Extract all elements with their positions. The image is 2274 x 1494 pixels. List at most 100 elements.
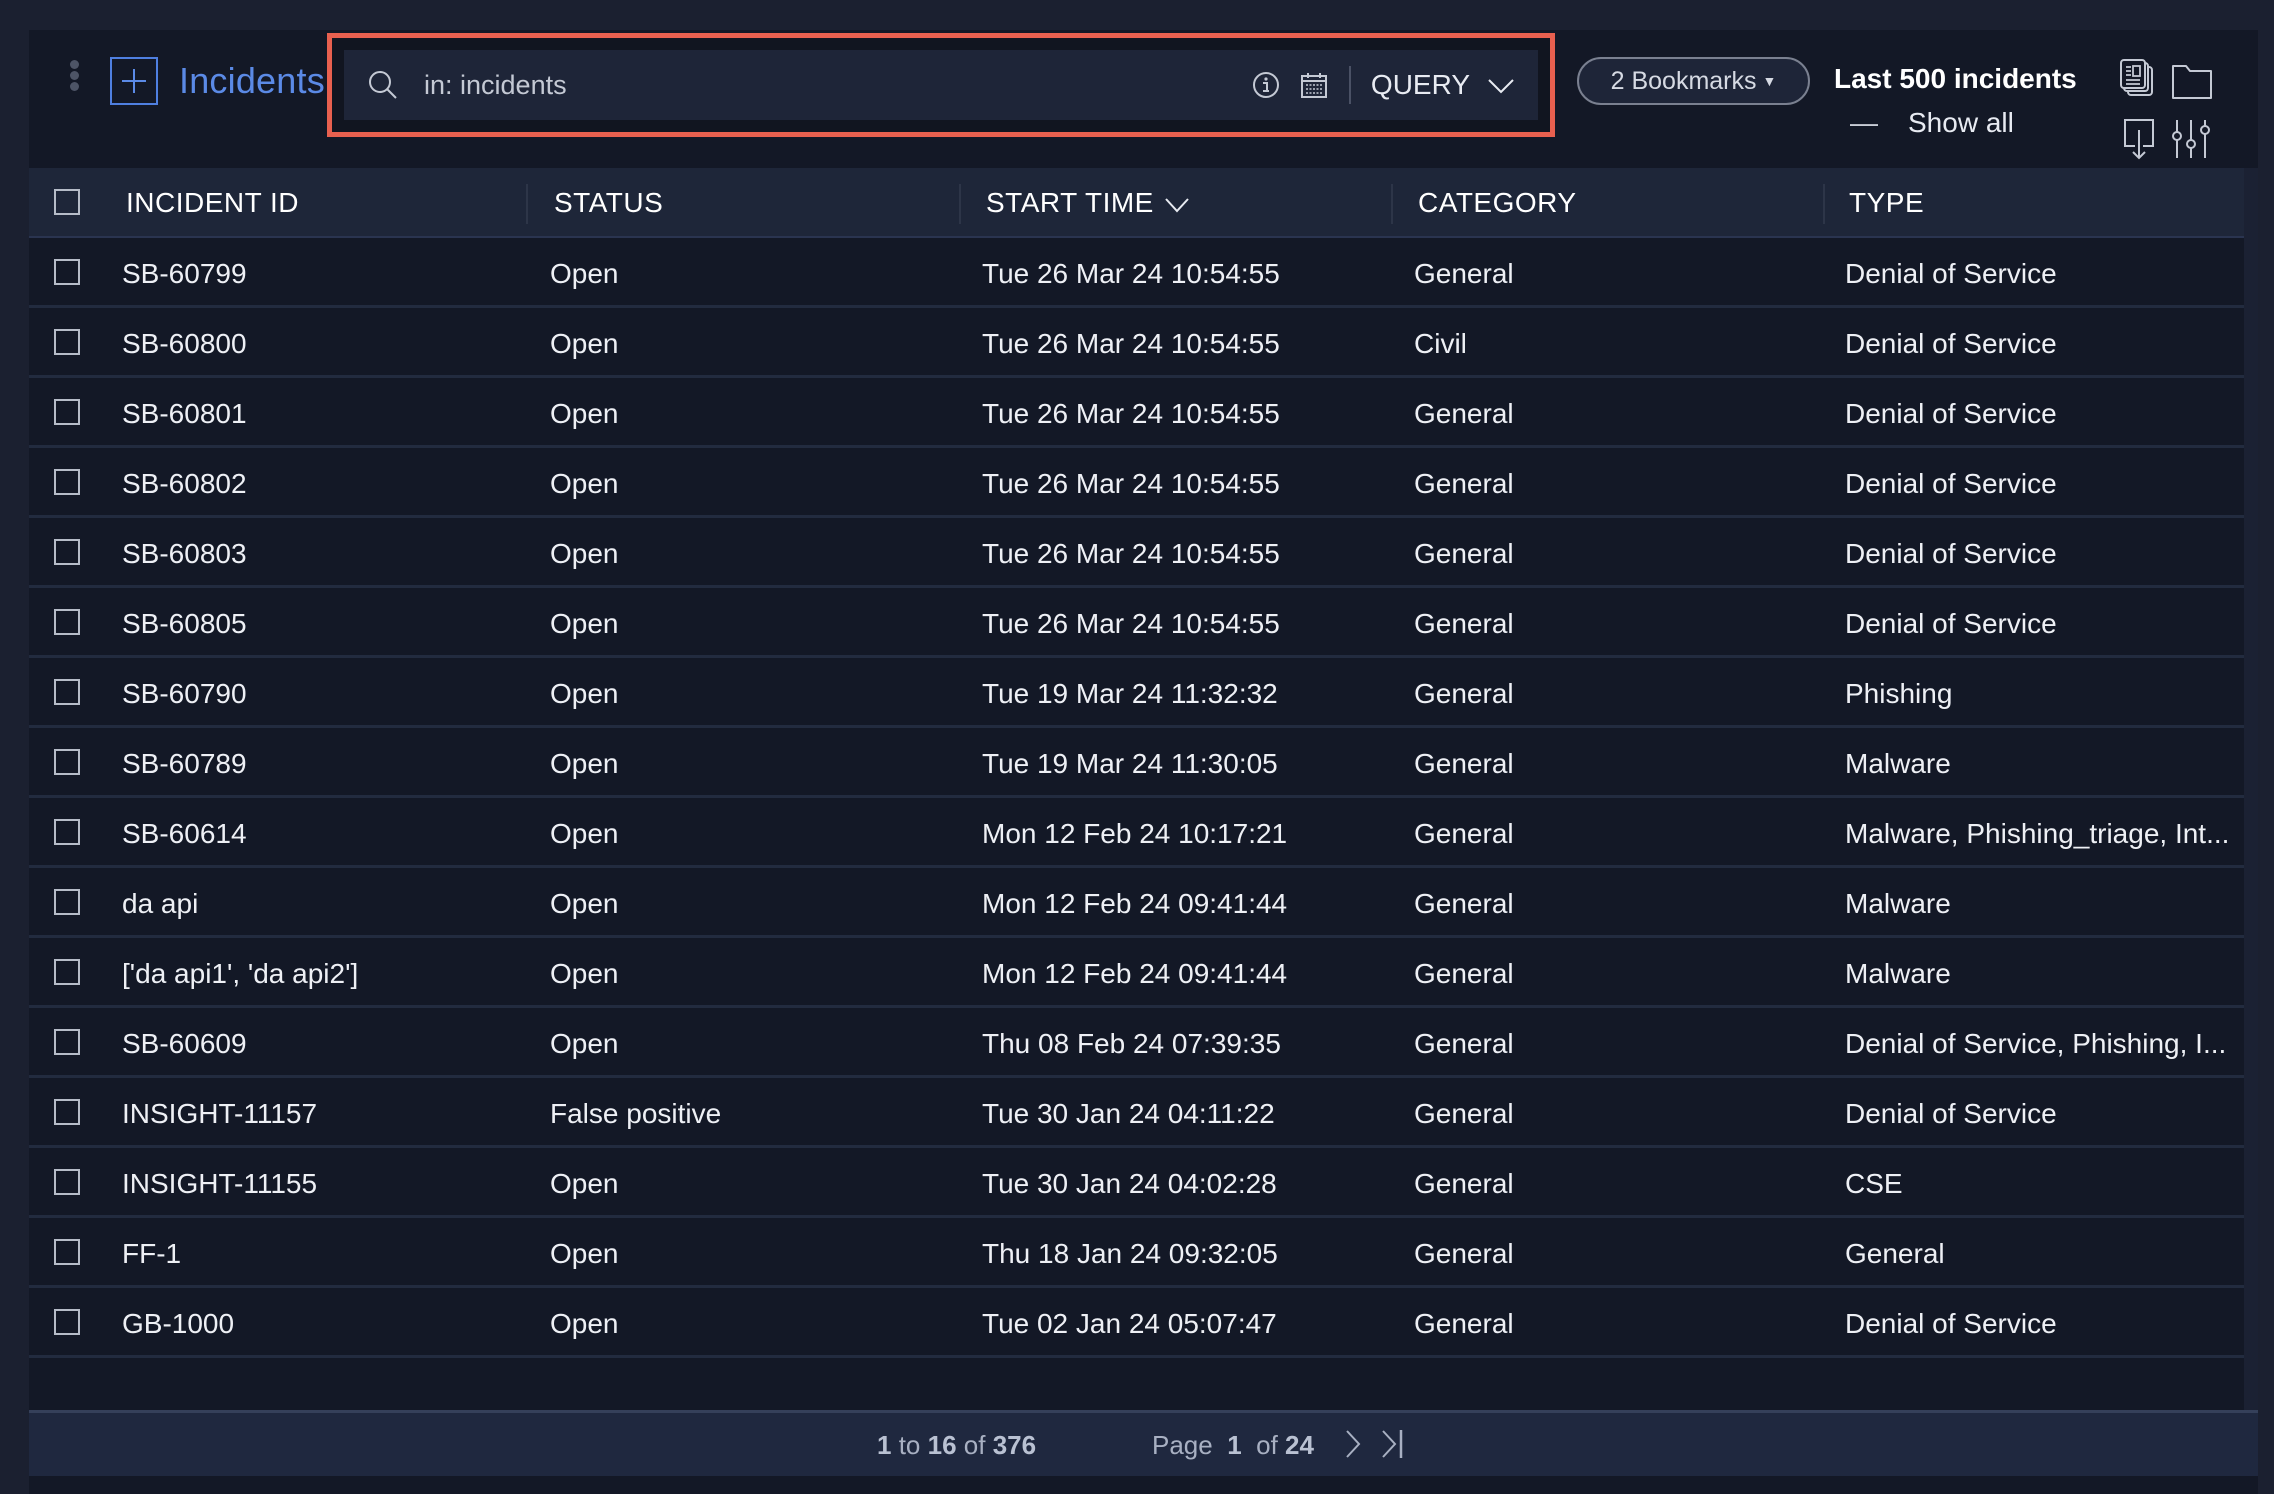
- incident-id-cell[interactable]: SB-60801: [122, 398, 247, 430]
- select-all-checkbox[interactable]: [54, 189, 80, 215]
- table-row[interactable]: INSIGHT-11155 Open Tue 30 Jan 24 04:02:28 G…: [29, 1148, 2258, 1218]
- documents-icon[interactable]: [2119, 58, 2161, 100]
- column-header-type[interactable]: TYPE: [1849, 187, 2249, 219]
- table-row[interactable]: SB-60789 Open Tue 19 Mar 24 11:30:05 Genera…: [29, 728, 2258, 798]
- incident-id-cell[interactable]: SB-60802: [122, 468, 247, 500]
- row-checkbox[interactable]: [54, 749, 80, 775]
- incident-id-cell[interactable]: FF-1: [122, 1238, 181, 1270]
- table-row[interactable]: SB-60802 Open Tue 26 Mar 24 10:54:55 Genera…: [29, 448, 2258, 518]
- table-row[interactable]: SB-60803 Open Tue 26 Mar 24 10:54:55 Genera…: [29, 518, 2258, 588]
- bookmarks-dropdown[interactable]: 2 Bookmarks ▼: [1577, 57, 1810, 105]
- table-row[interactable]: SB-60799 Open Tue 26 Mar 24 10:54:55 Genera…: [29, 238, 2258, 308]
- last-page-icon[interactable]: [1379, 1427, 1407, 1461]
- incident-id-cell[interactable]: SB-60609: [122, 1028, 247, 1060]
- folder-icon[interactable]: [2171, 60, 2213, 102]
- pagination-page: Page 1 of 24: [1152, 1430, 1314, 1461]
- row-checkbox[interactable]: [54, 889, 80, 915]
- incident-id-cell[interactable]: SB-60799: [122, 258, 247, 290]
- incident-id-cell[interactable]: SB-60614: [122, 818, 247, 850]
- table-row[interactable]: da api Open Mon 12 Feb 24 09:41:44 General M…: [29, 868, 2258, 938]
- row-checkbox[interactable]: [54, 399, 80, 425]
- row-checkbox[interactable]: [54, 1309, 80, 1335]
- start-time-cell: Tue 26 Mar 24 10:54:55: [982, 608, 1280, 639]
- scrollbar-track[interactable]: [2244, 168, 2258, 1410]
- header-bar: Incidents in: incidents QUERY 2 Bookmark…: [29, 30, 2258, 168]
- status-cell: Open: [550, 468, 619, 499]
- current-page[interactable]: 1: [1227, 1430, 1241, 1460]
- incident-id-cell[interactable]: SB-60800: [122, 328, 247, 360]
- incident-id-cell[interactable]: ['da api1', 'da api2']: [122, 958, 358, 990]
- incident-id-cell[interactable]: SB-60805: [122, 608, 247, 640]
- table-body: SB-60799 Open Tue 26 Mar 24 10:54:55 Genera…: [29, 238, 2258, 1358]
- row-checkbox[interactable]: [54, 329, 80, 355]
- add-incident-button[interactable]: [110, 57, 158, 105]
- table-row[interactable]: SB-60609 Open Thu 08 Feb 24 07:39:35 Genera…: [29, 1008, 2258, 1078]
- row-checkbox[interactable]: [54, 1029, 80, 1055]
- search-input[interactable]: [424, 69, 1251, 101]
- status-cell: False positive: [550, 1098, 722, 1129]
- column-header-start-time[interactable]: START TIME: [986, 187, 1190, 219]
- row-checkbox[interactable]: [54, 609, 80, 635]
- table-row[interactable]: SB-60801 Open Tue 26 Mar 24 10:54:55 Genera…: [29, 378, 2258, 448]
- type-cell: Denial of Service, Phishing, I...: [1845, 1028, 2227, 1059]
- column-resizer[interactable]: [1391, 184, 1393, 224]
- calendar-icon[interactable]: [1299, 70, 1329, 100]
- show-all-link[interactable]: — Show all: [1850, 107, 2014, 139]
- query-mode-dropdown[interactable]: QUERY: [1371, 69, 1516, 101]
- category-cell: General: [1414, 748, 1514, 779]
- row-checkbox[interactable]: [54, 1239, 80, 1265]
- start-time-cell: Mon 12 Feb 24 09:41:44: [982, 888, 1288, 919]
- status-cell: Open: [550, 398, 619, 429]
- page-of-word: of: [1256, 1430, 1278, 1460]
- column-settings-icon[interactable]: [2171, 118, 2213, 160]
- incident-id-cell[interactable]: SB-60789: [122, 748, 247, 780]
- type-cell: Denial of Service: [1845, 538, 2057, 569]
- row-checkbox[interactable]: [54, 539, 80, 565]
- column-header-category[interactable]: CATEGORY: [1418, 187, 1577, 219]
- row-checkbox[interactable]: [54, 469, 80, 495]
- table-row[interactable]: FF-1 Open Thu 18 Jan 24 09:32:05 General Gen…: [29, 1218, 2258, 1288]
- export-icon[interactable]: [2121, 118, 2163, 160]
- incidents-panel: Incidents in: incidents QUERY 2 Bookmark…: [29, 30, 2258, 1494]
- query-mode-label: QUERY: [1370, 69, 1470, 100]
- incident-id-cell[interactable]: da api: [122, 888, 198, 920]
- incident-id-cell[interactable]: INSIGHT-11155: [122, 1168, 317, 1200]
- incident-id-cell[interactable]: GB-1000: [122, 1308, 234, 1340]
- start-time-label: START TIME: [986, 187, 1154, 218]
- table-row[interactable]: SB-60614 Open Mon 12 Feb 24 10:17:21 Genera…: [29, 798, 2258, 868]
- sort-descending-icon[interactable]: [1164, 196, 1190, 214]
- incident-id-cell[interactable]: SB-60790: [122, 678, 247, 710]
- column-resizer[interactable]: [526, 184, 528, 224]
- info-icon[interactable]: [1251, 70, 1281, 100]
- status-cell: Open: [550, 678, 619, 709]
- table-row[interactable]: SB-60790 Open Tue 19 Mar 24 11:32:32 Genera…: [29, 658, 2258, 728]
- row-checkbox[interactable]: [54, 259, 80, 285]
- range-from: 1: [877, 1430, 892, 1460]
- status-cell: Open: [550, 1238, 619, 1269]
- row-checkbox[interactable]: [54, 959, 80, 985]
- pagination-range: 1 to 16 of 376: [877, 1430, 1036, 1461]
- table-row[interactable]: SB-60805 Open Tue 26 Mar 24 10:54:55 Genera…: [29, 588, 2258, 658]
- next-page-icon[interactable]: [1339, 1427, 1367, 1461]
- column-resizer[interactable]: [959, 184, 961, 224]
- column-header-status[interactable]: STATUS: [554, 187, 663, 219]
- row-checkbox[interactable]: [54, 679, 80, 705]
- incident-id-cell[interactable]: SB-60803: [122, 538, 247, 570]
- table-row[interactable]: SB-60800 Open Tue 26 Mar 24 10:54:55 Civil D…: [29, 308, 2258, 378]
- row-checkbox[interactable]: [54, 1169, 80, 1195]
- column-header-incident-id[interactable]: INCIDENT ID: [126, 187, 299, 219]
- table-row[interactable]: GB-1000 Open Tue 02 Jan 24 05:07:47 General…: [29, 1288, 2258, 1358]
- category-cell: General: [1414, 1098, 1514, 1129]
- row-checkbox[interactable]: [54, 1099, 80, 1125]
- kebab-menu-icon[interactable]: [67, 60, 81, 94]
- table-row[interactable]: ['da api1', 'da api2'] Open Mon 12 Feb 24 …: [29, 938, 2258, 1008]
- table-row[interactable]: INSIGHT-11157 False positive Tue 30 Jan 24…: [29, 1078, 2258, 1148]
- pagination-bar: 1 to 16 of 376 Page 1 of 24: [29, 1410, 2258, 1476]
- page-title: Incidents: [179, 60, 325, 101]
- column-resizer[interactable]: [1823, 184, 1825, 224]
- add-icon: [122, 69, 146, 93]
- dash: —: [1850, 107, 1878, 138]
- start-time-cell: Tue 02 Jan 24 05:07:47: [982, 1308, 1277, 1339]
- incident-id-cell[interactable]: INSIGHT-11157: [122, 1098, 317, 1130]
- row-checkbox[interactable]: [54, 819, 80, 845]
